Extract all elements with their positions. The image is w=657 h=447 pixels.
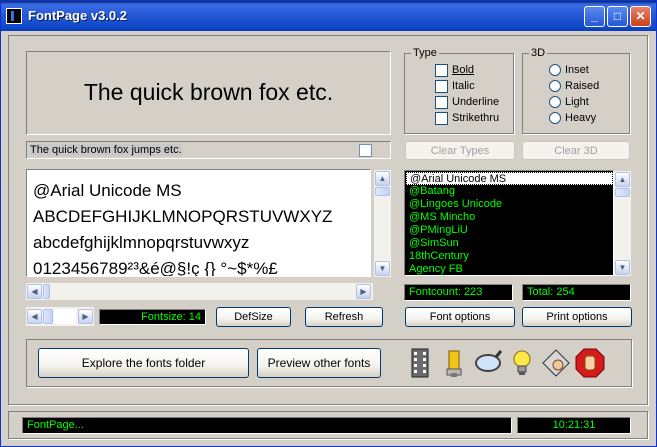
type-groupbox: Type Bold Italic Underline Strikethru (404, 47, 514, 134)
sample-vscroll-thumb[interactable] (375, 187, 390, 196)
print-options-button[interactable]: Print options (522, 307, 632, 327)
font-list-scroll-up-button[interactable]: ▲ (615, 172, 630, 187)
client-area: The quick brown fox etc. The quick brown… (4, 31, 653, 445)
window-title: FontPage v3.0.2 (28, 8, 127, 23)
small-preview-checkbox[interactable] (359, 144, 372, 157)
fontsize-decrease-button[interactable]: ◀ (27, 309, 42, 324)
clear-types-button[interactable]: Clear Types (405, 141, 515, 160)
font-list-item[interactable]: Agency FB (406, 263, 613, 275)
font-list-scroll-thumb[interactable] (615, 188, 630, 197)
font-list-item[interactable]: @Arial Unicode MS (406, 172, 613, 185)
light-radio[interactable] (549, 96, 561, 108)
small-preview-text: The quick brown fox jumps etc. (30, 144, 182, 156)
heavy-label: Heavy (565, 112, 597, 124)
light-label: Light (565, 96, 589, 108)
font-list[interactable]: @Arial Unicode MS @Batang @Lingoes Unico… (404, 170, 614, 276)
small-preview-panel: The quick brown fox jumps etc. (26, 141, 391, 159)
total-display: Total: 254 (522, 284, 631, 301)
sample-line-name: @Arial Unicode MS (33, 181, 182, 200)
raised-label: Raised (565, 80, 600, 92)
font-list-item[interactable]: @Batang (406, 185, 613, 198)
font-list-item[interactable]: @Lingoes Unicode (406, 198, 613, 211)
fontsize-slider-track (54, 309, 76, 324)
font-list-item[interactable]: @PMingLiU (406, 224, 613, 237)
strikethru-checkbox[interactable] (435, 112, 448, 125)
fontcount-display: Fontcount: 223 (404, 284, 513, 301)
strikethru-label: Strikethru (452, 112, 500, 124)
fontsize-slider-thumb[interactable] (43, 309, 53, 324)
preview-other-fonts-button[interactable]: Preview other fonts (257, 348, 381, 378)
main-window: FontPage v3.0.2 _ □ ✕ The quick brown fo… (0, 0, 657, 447)
font-list-item[interactable]: @MS Mincho (406, 211, 613, 224)
inset-label: Inset (565, 64, 589, 76)
big-preview-text: The quick brown fox etc. (83, 79, 334, 105)
sample-text-area[interactable]: @Arial Unicode MS ABCDEFGHIJKLMNOPQRSTUV… (26, 169, 371, 277)
italic-label: Italic (452, 80, 475, 92)
inset-radio[interactable] (549, 64, 561, 76)
type-group-title: Type (411, 47, 439, 59)
fontsize-display: Fontsize: 14 (99, 309, 206, 325)
sample-line-digits: 0123456789²³&é@§!ç {} °~$*%£ (33, 259, 278, 277)
3d-groupbox: 3D Inset Raised Light Heavy (522, 47, 630, 134)
sample-scroll-left-button[interactable]: ◀ (27, 284, 42, 299)
heavy-radio[interactable] (549, 112, 561, 124)
sample-scroll-right-button[interactable]: ▶ (356, 284, 371, 299)
app-icon[interactable] (6, 8, 22, 24)
font-list-scroll-down-button[interactable]: ▼ (615, 260, 630, 275)
font-list-item[interactable]: 18thCentury (406, 250, 613, 263)
underline-label: Underline (452, 96, 500, 108)
fontsize-increase-button[interactable]: ▶ (78, 309, 93, 324)
sample-hscroll-thumb[interactable] (43, 284, 50, 299)
bold-label: Bold (452, 64, 475, 76)
defsize-button[interactable]: DefSize (216, 307, 291, 327)
status-clock: 10:21:31 (517, 417, 631, 434)
font-options-button[interactable]: Font options (405, 307, 515, 327)
diamond-hand-icon[interactable] (540, 347, 572, 379)
sample-scroll-down-button[interactable]: ▼ (375, 261, 390, 276)
refresh-button[interactable]: Refresh (305, 307, 383, 327)
sample-line-lowercase: abcdefghijklmnopqrstuvwxyz (33, 233, 250, 252)
font-list-item[interactable]: @SimSun (406, 237, 613, 250)
maximize-button[interactable]: □ (607, 6, 628, 27)
sample-line-uppercase: ABCDEFGHIJKLMNOPQRSTUVWXYZ (33, 207, 333, 226)
underline-checkbox[interactable] (435, 96, 448, 109)
big-preview-panel: The quick brown fox etc. (26, 51, 391, 135)
minimize-button[interactable]: _ (584, 6, 605, 27)
italic-checkbox[interactable] (435, 80, 448, 93)
status-text: FontPage... (22, 417, 512, 434)
raised-radio[interactable] (549, 80, 561, 92)
sample-scroll-up-button[interactable]: ▲ (375, 171, 390, 186)
film-icon[interactable] (404, 347, 436, 379)
title-bar[interactable]: FontPage v3.0.2 _ □ ✕ (1, 1, 656, 31)
3d-group-title: 3D (529, 47, 548, 59)
usb-stick-icon[interactable] (438, 347, 470, 379)
explore-fonts-folder-button[interactable]: Explore the fonts folder (38, 348, 249, 378)
clear-3d-button[interactable]: Clear 3D (522, 141, 630, 160)
stop-hand-icon[interactable] (574, 347, 606, 379)
magnifier-icon[interactable] (472, 347, 504, 379)
close-button[interactable]: ✕ (630, 6, 651, 27)
sample-hscrollbar[interactable] (26, 283, 373, 300)
bold-checkbox[interactable] (435, 64, 448, 77)
lightbulb-icon[interactable] (506, 347, 538, 379)
